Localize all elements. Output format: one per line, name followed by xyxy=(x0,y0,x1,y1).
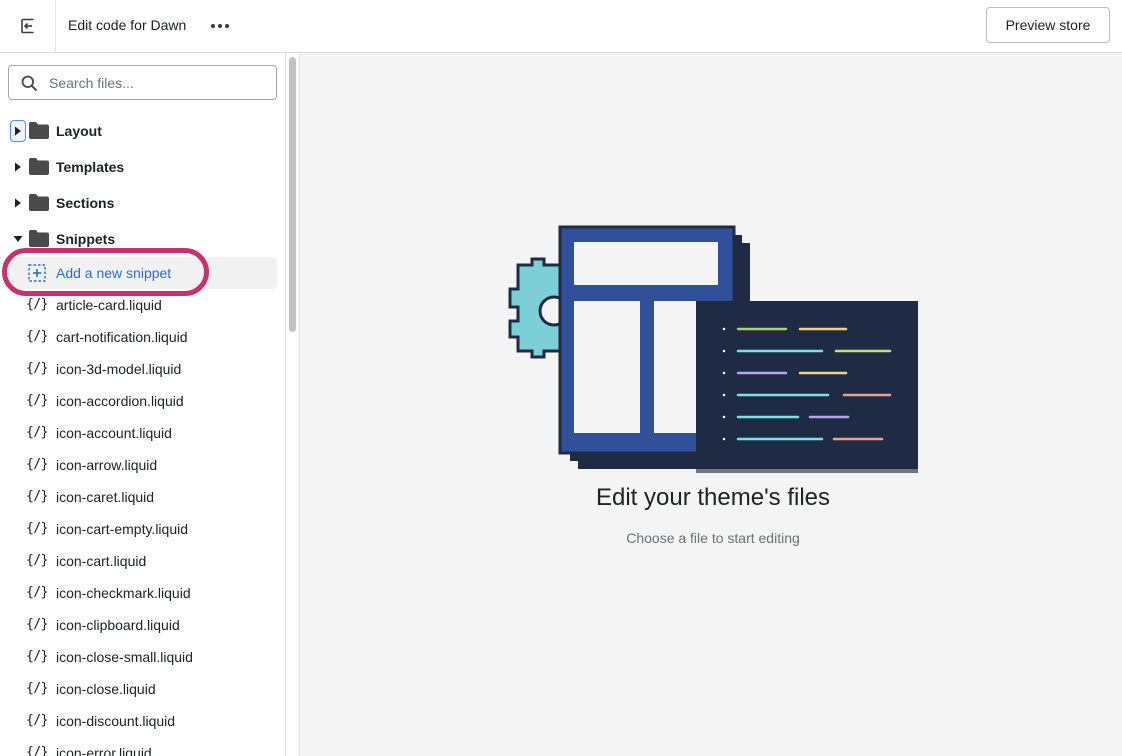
file-label: icon-accordion.liquid xyxy=(56,393,184,409)
sidebar-scrollbar[interactable] xyxy=(286,53,300,756)
file-item[interactable]: {/} icon-3d-model.liquid xyxy=(8,353,277,385)
file-item[interactable]: {/} icon-cart-empty.liquid xyxy=(8,513,277,545)
code-file-icon: {/} xyxy=(26,713,48,728)
folder-icon xyxy=(29,158,49,175)
file-item[interactable]: {/} icon-account.liquid xyxy=(8,417,277,449)
code-file-icon: {/} xyxy=(26,745,48,756)
code-file-icon: {/} xyxy=(26,681,48,696)
exit-icon xyxy=(20,18,35,34)
folder-sections[interactable]: Sections xyxy=(8,188,277,218)
folder-label: Snippets xyxy=(56,231,116,247)
folder-templates[interactable]: Templates xyxy=(8,152,277,182)
code-file-icon: {/} xyxy=(26,489,48,504)
add-file-icon xyxy=(28,264,46,282)
empty-state-title: Edit your theme's files xyxy=(595,484,830,511)
folder-label: Templates xyxy=(56,159,125,175)
exit-button[interactable] xyxy=(0,0,56,52)
file-item[interactable]: {/} article-card.liquid xyxy=(8,289,277,321)
file-item[interactable]: {/} icon-discount.liquid xyxy=(8,705,277,737)
search-input[interactable] xyxy=(49,66,269,99)
folder-label: Layout xyxy=(56,123,102,139)
file-item[interactable]: {/} icon-caret.liquid xyxy=(8,481,277,513)
page-title: Edit code for Dawn xyxy=(68,17,187,33)
code-file-icon: {/} xyxy=(26,617,48,632)
file-item[interactable]: {/} icon-cart.liquid xyxy=(8,545,277,577)
caret-right-icon[interactable] xyxy=(10,120,26,142)
folder-icon xyxy=(29,122,49,139)
file-item[interactable]: {/} icon-accordion.liquid xyxy=(8,385,277,417)
file-label: icon-discount.liquid xyxy=(56,713,176,729)
file-item[interactable]: {/} icon-checkmark.liquid xyxy=(8,577,277,609)
add-new-snippet-button[interactable]: Add a new snippet xyxy=(8,257,277,289)
file-label: icon-cart-empty.liquid xyxy=(56,521,189,537)
folder-icon xyxy=(29,230,49,247)
file-item[interactable]: {/} icon-clipboard.liquid xyxy=(8,609,277,641)
code-file-icon: {/} xyxy=(26,649,48,664)
code-file-icon: {/} xyxy=(26,457,48,472)
file-label: icon-error.liquid xyxy=(56,745,152,756)
caret-right-icon[interactable] xyxy=(10,192,26,214)
file-label: cart-notification.liquid xyxy=(56,329,188,345)
file-item[interactable]: {/} icon-close-small.liquid xyxy=(8,641,277,673)
file-label: icon-arrow.liquid xyxy=(56,457,158,473)
code-file-icon: {/} xyxy=(26,521,48,536)
search-icon xyxy=(21,75,38,92)
file-label: icon-3d-model.liquid xyxy=(56,361,182,377)
code-file-icon: {/} xyxy=(26,553,48,568)
file-label: icon-clipboard.liquid xyxy=(56,617,180,633)
file-label: icon-account.liquid xyxy=(56,425,172,441)
file-label: article-card.liquid xyxy=(56,297,162,313)
file-label: icon-cart.liquid xyxy=(56,553,147,569)
folder-snippets[interactable]: Snippets xyxy=(8,224,277,254)
theme-files-illustration xyxy=(508,225,918,473)
caret-right-icon[interactable] xyxy=(10,156,26,178)
file-label: icon-close-small.liquid xyxy=(56,649,193,665)
file-label: icon-checkmark.liquid xyxy=(56,585,191,601)
preview-store-button[interactable]: Preview store xyxy=(986,7,1110,43)
folder-label: Sections xyxy=(56,195,115,211)
more-actions-button[interactable] xyxy=(206,12,234,40)
add-snippet-label: Add a new snippet xyxy=(56,265,172,281)
code-file-icon: {/} xyxy=(26,425,48,440)
code-file-icon: {/} xyxy=(26,297,48,312)
top-bar: Edit code for Dawn Preview store xyxy=(0,0,1122,53)
scrollbar-thumb[interactable] xyxy=(289,57,296,332)
editor-area: Edit your theme's files Choose a file to… xyxy=(300,53,1122,756)
code-file-icon: {/} xyxy=(26,329,48,344)
search-box[interactable] xyxy=(8,65,277,100)
folder-layout[interactable]: Layout xyxy=(8,116,277,146)
code-file-icon: {/} xyxy=(26,393,48,408)
code-file-icon: {/} xyxy=(26,361,48,376)
file-item[interactable]: {/} icon-error.liquid xyxy=(8,737,277,756)
empty-state-subtitle: Choose a file to start editing xyxy=(626,530,800,546)
code-file-icon: {/} xyxy=(26,585,48,600)
file-label: icon-close.liquid xyxy=(56,681,156,697)
folder-icon xyxy=(29,194,49,211)
file-item[interactable]: {/} icon-close.liquid xyxy=(8,673,277,705)
caret-down-icon[interactable] xyxy=(10,228,26,250)
file-item[interactable]: {/} icon-arrow.liquid xyxy=(8,449,277,481)
file-item[interactable]: {/} cart-notification.liquid xyxy=(8,321,277,353)
more-horizontal-icon xyxy=(211,24,229,28)
file-sidebar: Layout Templates Sections Snippets xyxy=(0,53,285,756)
file-label: icon-caret.liquid xyxy=(56,489,155,505)
